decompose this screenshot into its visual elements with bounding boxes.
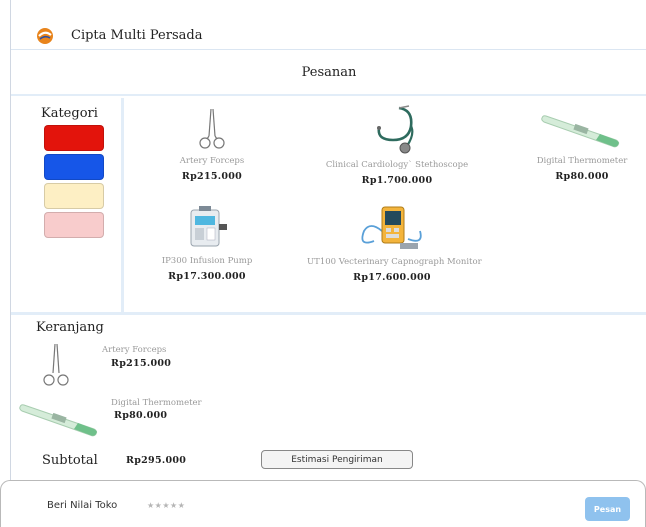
cart-panel: Keranjang Artery Forceps Rp215.000 Digit… [11, 315, 646, 480]
subtotal-label: Subtotal [42, 453, 98, 468]
subtotal-value: Rp295.000 [126, 455, 187, 466]
footer-bar: Beri Nilai Toko ★★★★★ Pesan [0, 480, 646, 527]
product-card-digital-thermometer[interactable]: Digital Thermometer Rp80.000 [497, 108, 646, 182]
product-name: Clinical Cardiology` Stethoscope [325, 160, 469, 170]
product-price: Rp215.000 [181, 171, 243, 182]
shipping-estimate-button[interactable]: Estimasi Pengiriman [261, 450, 413, 469]
product-name: UT100 Vecterinary Capnograph Monitor [307, 257, 482, 267]
product-card-stethoscope[interactable]: Clinical Cardiology` Stethoscope Rp1.700… [312, 104, 482, 186]
category-swatch-red[interactable] [44, 125, 104, 151]
product-catalog: Artery Forceps Rp215.000 Clinical Cardio… [127, 98, 646, 312]
product-card-infusion-pump[interactable]: IP300 Infusion Pump Rp17.300.000 [122, 204, 292, 282]
category-swatch-pink[interactable] [44, 212, 104, 238]
stethoscope-icon [377, 105, 414, 154]
cart-item-price: Rp80.000 [114, 410, 168, 421]
forceps-icon [43, 343, 69, 386]
product-card-artery-forceps[interactable]: Artery Forceps Rp215.000 [127, 108, 297, 182]
category-title: Kategori [41, 106, 98, 121]
product-price: Rp17.600.000 [353, 272, 431, 283]
capnograph-icon [361, 206, 422, 249]
cart-item-name: Artery Forceps [102, 345, 167, 355]
product-price: Rp80.000 [555, 171, 609, 182]
order-button[interactable]: Pesan [585, 497, 630, 521]
rate-store-label: Beri Nilai Toko [47, 500, 118, 511]
cmp-logo-icon [37, 27, 53, 44]
cart-item-name: Digital Thermometer [111, 398, 202, 408]
cart-item[interactable]: Artery Forceps Rp215.000 [36, 343, 336, 393]
product-name: Artery Forceps [179, 156, 245, 166]
category-swatch-cream[interactable] [44, 183, 104, 209]
app-window: Cipta Multi Persada Pesanan Kategori Art… [10, 0, 646, 527]
order-header: Pesanan [11, 50, 646, 96]
brand-bar: Cipta Multi Persada [11, 22, 646, 50]
product-name: Digital Thermometer [536, 156, 628, 166]
cart-item-price: Rp215.000 [111, 358, 172, 369]
cart-item[interactable]: Digital Thermometer Rp80.000 [19, 397, 336, 447]
thermometer-icon [19, 404, 98, 437]
star-rating[interactable]: ★★★★★ [147, 501, 185, 510]
product-card-capnograph-monitor[interactable]: UT100 Vecterinary Capnograph Monitor Rp1… [307, 201, 482, 283]
product-price: Rp1.700.000 [361, 175, 433, 186]
thermometer-icon [541, 115, 620, 148]
cart-title: Keranjang [36, 320, 104, 335]
product-price: Rp17.300.000 [168, 271, 246, 282]
forceps-icon [199, 108, 225, 149]
category-panel: Kategori [11, 98, 124, 312]
brand-name: Cipta Multi Persada [71, 28, 203, 43]
category-swatch-blue[interactable] [44, 154, 104, 180]
infusion-pump-icon [190, 206, 227, 247]
product-name: IP300 Infusion Pump [161, 256, 253, 266]
page-title: Pesanan [301, 64, 357, 80]
